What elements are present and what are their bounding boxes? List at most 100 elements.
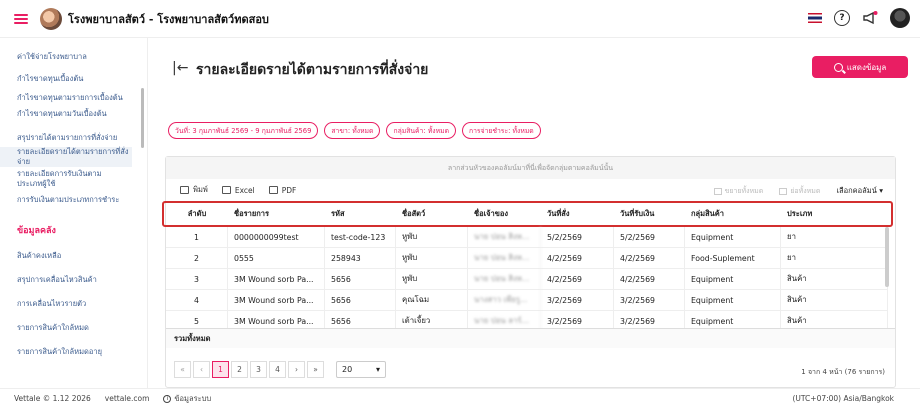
- cell-item-name: 0000000099test: [228, 226, 325, 248]
- sidebar-scrollbar[interactable]: [141, 88, 144, 148]
- page-button-4[interactable]: 4: [269, 361, 286, 378]
- page-button-2[interactable]: 2: [231, 361, 248, 378]
- print-button[interactable]: พิมพ์: [180, 184, 208, 196]
- table-body: 1 0000000099test test-code-123 หูพับ นาย…: [166, 226, 888, 332]
- table-row[interactable]: 2 0555 258943 หูพับ นาย ปอน สิงห... 4/2/…: [166, 247, 888, 269]
- sidebar-item-movement-summary[interactable]: สรุปการเคลื่อนไหวสินค้า: [0, 275, 147, 285]
- show-data-button[interactable]: แสดงข้อมูล: [812, 56, 908, 78]
- col-header-type[interactable]: ประเภท: [781, 208, 888, 220]
- collapse-all-button[interactable]: ย่อทั้งหมด: [779, 186, 820, 197]
- cell-item-name: 3M Wound sorb Pa...: [228, 268, 325, 290]
- next-page-button[interactable]: ›: [288, 361, 305, 378]
- user-avatar[interactable]: [890, 8, 910, 28]
- column-chooser-dropdown[interactable]: เลือกคอลัมน์ ▾: [836, 185, 883, 197]
- cell-pet-name: คุณโฉม: [396, 289, 468, 311]
- filter-chip-branch[interactable]: สาขา: ทั้งหมด: [324, 122, 381, 139]
- table-row[interactable]: 4 3M Wound sorb Pa... 5656 คุณโฉม นางสาว…: [166, 289, 888, 311]
- footer-site-link[interactable]: vettale.com: [105, 394, 150, 403]
- col-header-item-name[interactable]: ชื่อรายการ: [228, 208, 325, 220]
- prev-page-button[interactable]: ‹: [193, 361, 210, 378]
- sidebar-item-low-stock[interactable]: รายการสินค้าใกล้หมด: [0, 323, 147, 333]
- col-header-owner-name[interactable]: ชื่อเจ้าของ: [468, 208, 541, 220]
- col-header-payment-date[interactable]: วันที่รับเงิน: [614, 208, 685, 220]
- table-header: ลำดับ ชื่อรายการ รหัส ชื่อสัตว์ ชื่อเจ้า…: [166, 204, 888, 224]
- collapse-icon: [779, 187, 788, 195]
- total-row: รวมทั้งหมด: [166, 328, 895, 348]
- help-icon[interactable]: ?: [834, 10, 850, 26]
- sidebar-item-income-summary[interactable]: สรุปรายได้ตามรายการที่สั่งจ่าย: [0, 133, 147, 143]
- system-info-link[interactable]: i ข้อมูลระบบ: [163, 393, 211, 405]
- chevron-down-icon: ▾: [879, 186, 883, 195]
- announcement-icon[interactable]: [862, 10, 878, 26]
- cell-payment-date: 3/2/2569: [614, 289, 685, 311]
- sidebar-section-inventory[interactable]: ข้อมูลคลัง: [0, 223, 147, 237]
- sidebar-item-payment-by-user[interactable]: รายละเอียดการรับเงินตามประเภทผู้ใช้: [0, 169, 126, 189]
- col-header-code[interactable]: รหัส: [325, 208, 396, 220]
- col-header-pet-name[interactable]: ชื่อสัตว์: [396, 208, 468, 220]
- cell-item-name: 3M Wound sorb Pa...: [228, 289, 325, 311]
- cell-owner-name: นาย ปอน สิงห...: [468, 247, 541, 269]
- main-content: |← รายละเอียดรายได้ตามรายการที่สั่งจ่าย …: [148, 38, 920, 388]
- cell-pet-name: หูพับ: [396, 268, 468, 290]
- search-icon: [833, 62, 843, 72]
- sidebar-item-income-detail[interactable]: รายละเอียดรายได้ตามรายการที่สั่งจ่าย: [0, 147, 132, 167]
- expand-icon: [713, 187, 722, 195]
- back-arrow-icon[interactable]: |←: [172, 60, 188, 76]
- cell-pet-name: หูพับ: [396, 226, 468, 248]
- page-button-3[interactable]: 3: [250, 361, 267, 378]
- expand-all-button[interactable]: ขยายทั้งหมด: [713, 186, 764, 197]
- sidebar-item-near-expiry[interactable]: รายการสินค้าใกล้หมดอายุ: [0, 347, 147, 357]
- sidebar-item-profit-by-day[interactable]: กำไรขาดทุนตามวันเบื้องต้น: [0, 109, 147, 119]
- cell-no: 3: [166, 268, 228, 290]
- printer-icon: [180, 186, 189, 194]
- sidebar-item-movement-individual[interactable]: การเคลื่อนไหวรายตัว: [0, 299, 147, 309]
- sidebar-item-profit-by-item[interactable]: กำไรขาดทุนตามรายการเบื้องต้น: [0, 93, 128, 103]
- cell-code: 5656: [325, 289, 396, 311]
- cell-order-date: 3/2/2569: [541, 289, 614, 311]
- footer-timezone: (UTC+07:00) Asia/Bangkok: [792, 394, 894, 403]
- cell-payment-date: 4/2/2569: [614, 247, 685, 269]
- cell-no: 4: [166, 289, 228, 311]
- cell-owner-name: นาย ปอน สิงห...: [468, 226, 541, 248]
- col-header-product-group[interactable]: กลุ่มสินค้า: [685, 208, 781, 220]
- expand-all-label: ขยายทั้งหมด: [724, 186, 764, 195]
- table-row[interactable]: 1 0000000099test test-code-123 หูพับ นาย…: [166, 226, 888, 248]
- page-button-1[interactable]: 1: [212, 361, 229, 378]
- cell-code: test-code-123: [325, 226, 396, 248]
- excel-button[interactable]: Excel: [221, 185, 255, 195]
- group-panel[interactable]: ลากส่วนหัวของคอลัมน์มาที่นี่เพื่อจัดกลุ่…: [166, 157, 895, 179]
- first-page-button[interactable]: «: [174, 361, 191, 378]
- col-header-no[interactable]: ลำดับ: [166, 208, 228, 220]
- sidebar-item-profit-basic[interactable]: กำไรขาดทุนเบื้องต้น: [0, 74, 147, 84]
- page-title: รายละเอียดรายได้ตามรายการที่สั่งจ่าย: [196, 62, 429, 78]
- cell-item-name: 0555: [228, 247, 325, 269]
- sidebar-item-hospital-expense[interactable]: ค่าใช้จ่ายโรงพยาบาล: [0, 52, 147, 62]
- cell-owner-name: นาย ปอน สิงห...: [468, 268, 541, 290]
- footer-version: Vettale © 1.12 2026: [14, 394, 91, 403]
- thai-flag-icon[interactable]: [808, 13, 822, 23]
- table-row[interactable]: 3 3M Wound sorb Pa... 5656 หูพับ นาย ปอน…: [166, 268, 888, 290]
- page-info: 1 จาก 4 หน้า (76 รายการ): [801, 368, 885, 376]
- cell-product-group: Equipment: [685, 289, 781, 311]
- cell-order-date: 4/2/2569: [541, 247, 614, 269]
- pdf-button[interactable]: PDF: [268, 186, 296, 195]
- cell-order-date: 5/2/2569: [541, 226, 614, 248]
- sidebar-item-stock-balance[interactable]: สินค้าคงเหลือ: [0, 251, 147, 261]
- cell-payment-date: 4/2/2569: [614, 268, 685, 290]
- cell-type: ยา: [781, 247, 888, 269]
- app-title: โรงพยาบาลสัตว์ - โรงพยาบาลสัตว์ทดสอบ: [68, 12, 269, 26]
- collapse-all-label: ย่อทั้งหมด: [790, 186, 821, 195]
- excel-label: Excel: [234, 185, 255, 195]
- chevron-down-icon: ▾: [375, 365, 380, 374]
- filter-chip-date[interactable]: วันที่: 3 กุมภาพันธ์ 2569 - 9 กุมภาพันธ์…: [168, 122, 319, 139]
- filter-chip-product-group[interactable]: กลุ่มสินค้า: ทั้งหมด: [386, 122, 456, 139]
- system-info-label: ข้อมูลระบบ: [174, 393, 212, 403]
- col-header-order-date[interactable]: วันที่สั่ง: [541, 208, 614, 220]
- sidebar-item-payment-by-type[interactable]: การรับเงินตามประเภทการชำระ: [0, 195, 147, 205]
- data-grid: ลากส่วนหัวของคอลัมน์มาที่นี่เพื่อจัดกลุ่…: [162, 156, 896, 388]
- page-size-select[interactable]: 20 ▾: [336, 361, 386, 378]
- menu-icon[interactable]: [14, 13, 28, 24]
- grid-scrollbar[interactable]: [885, 227, 889, 287]
- filter-chip-payment[interactable]: การจ่ายชำระ: ทั้งหมด: [462, 122, 541, 139]
- last-page-button[interactable]: »: [307, 361, 324, 378]
